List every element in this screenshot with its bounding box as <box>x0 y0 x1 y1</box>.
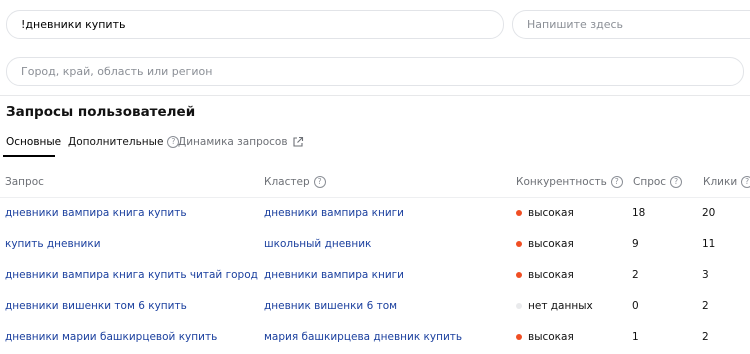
active-tab-underline <box>3 155 55 157</box>
cluster-link[interactable]: дневники вампира книги <box>264 207 404 219</box>
query-link[interactable]: дневники вампира книга купить <box>5 207 187 219</box>
region-placeholder: Город, край, область или регион <box>21 65 213 78</box>
divider <box>0 95 750 96</box>
header-competition-label: Конкурентность <box>516 176 607 188</box>
clicks-value: 20 <box>702 207 716 219</box>
header-clicks-label: Клики <box>703 176 738 188</box>
table-row: дневники марии башкирцевой купить мария … <box>0 323 750 354</box>
query-link[interactable]: дневники марии башкирцевой купить <box>5 331 217 343</box>
competition-cell: высокая <box>516 238 574 250</box>
tab-dynamics[interactable]: Динамика запросов <box>178 136 304 148</box>
clicks-value: 2 <box>702 331 709 343</box>
query-link[interactable]: дневники вишенки том 6 купить <box>5 300 187 312</box>
clicks-value: 11 <box>702 238 716 250</box>
column-header-competition: Конкурентность ? <box>516 176 623 188</box>
clicks-value: 3 <box>702 269 709 281</box>
competition-dot <box>516 241 522 247</box>
competition-cell: высокая <box>516 207 574 219</box>
competition-label: нет данных <box>528 300 593 312</box>
competition-cell: нет данных <box>516 300 593 312</box>
competition-dot <box>516 210 522 216</box>
demand-value: 0 <box>632 300 639 312</box>
table-row: дневники вампира книга купить дневники в… <box>0 199 750 230</box>
column-header-clicks: Клики ? <box>703 176 750 188</box>
cluster-link[interactable]: школьный дневник <box>264 238 371 250</box>
cluster-link[interactable]: дневник вишенки 6 том <box>264 300 397 312</box>
competition-dot <box>516 303 522 309</box>
demand-value: 18 <box>632 207 646 219</box>
competition-cell: высокая <box>516 269 574 281</box>
demand-value: 1 <box>632 331 639 343</box>
header-divider <box>0 197 750 198</box>
note-input[interactable]: Напишите здесь <box>512 10 750 39</box>
tab-main[interactable]: Основные <box>6 136 61 148</box>
column-header-query: Запрос <box>5 176 44 188</box>
column-header-cluster: Кластер ? <box>264 176 326 188</box>
help-icon[interactable]: ? <box>741 176 750 188</box>
search-query-value: !дневники купить <box>21 18 126 31</box>
competition-cell: высокая <box>516 331 574 343</box>
tab-additional-label: Дополнительные <box>68 136 164 148</box>
header-cluster-label: Кластер <box>264 176 310 188</box>
column-header-demand: Спрос ? <box>633 176 683 188</box>
note-placeholder: Напишите здесь <box>527 18 623 31</box>
competition-label: высокая <box>528 269 574 281</box>
query-link[interactable]: купить дневники <box>5 238 101 250</box>
help-icon[interactable]: ? <box>610 176 623 188</box>
tab-additional[interactable]: Дополнительные ? <box>68 136 180 148</box>
header-demand-label: Спрос <box>633 176 667 188</box>
demand-value: 2 <box>632 269 639 281</box>
competition-label: высокая <box>528 238 574 250</box>
competition-dot <box>516 334 522 340</box>
header-query-label: Запрос <box>5 176 44 188</box>
tab-main-label: Основные <box>6 136 62 148</box>
query-link[interactable]: дневники вампира книга купить читай горо… <box>5 269 258 281</box>
competition-label: высокая <box>528 207 574 219</box>
table-row: купить дневники школьный дневник высокая… <box>0 230 750 261</box>
cluster-link[interactable]: мария башкирцева дневник купить <box>264 331 462 343</box>
competition-label: высокая <box>528 331 574 343</box>
table-row: дневники вампира книга купить читай горо… <box>0 261 750 292</box>
help-icon[interactable]: ? <box>670 176 683 188</box>
help-icon[interactable]: ? <box>313 176 326 188</box>
clicks-value: 2 <box>702 300 709 312</box>
cluster-link[interactable]: дневники вампира книги <box>264 269 404 281</box>
table-row: дневники вишенки том 6 купить дневник ви… <box>0 292 750 323</box>
region-input[interactable]: Город, край, область или регион <box>6 57 744 86</box>
competition-dot <box>516 272 522 278</box>
external-link-icon <box>292 136 303 147</box>
demand-value: 9 <box>632 238 639 250</box>
tab-dynamics-label: Динамика запросов <box>178 136 288 148</box>
search-query-input[interactable]: !дневники купить <box>6 10 504 39</box>
section-title: Запросы пользователей <box>6 104 196 120</box>
